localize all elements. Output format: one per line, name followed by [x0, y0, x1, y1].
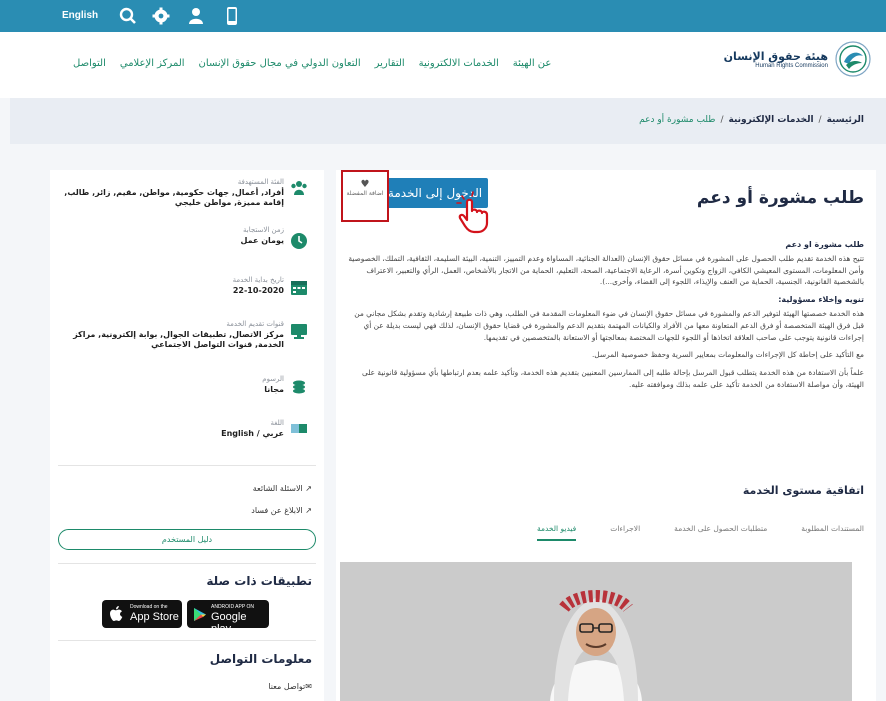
language-switch[interactable]: English [62, 10, 98, 21]
tab-service-video[interactable]: فيديو الخدمة [536, 524, 577, 541]
language-value: عربي / English [221, 429, 284, 438]
top-bar: English [0, 0, 886, 32]
breadcrumb-separator: / [720, 115, 724, 125]
response-time-value: يومان عمل [240, 236, 284, 245]
divider [58, 563, 316, 564]
add-favorite-button[interactable]: ♥ اضافة المفضلة [341, 170, 389, 222]
breadcrumb: الرئيسية / الخدمات الإلكترونية / طلب مشورة أ… [639, 115, 864, 125]
related-apps-heading: تطبيقات ذات صلة [206, 574, 312, 588]
section-heading: تنويه وإخلاء مسؤولية: [778, 295, 864, 305]
nav-about[interactable]: عن الهيئة [513, 58, 552, 69]
start-date-label: تاريخ بداية الخدمة [232, 276, 284, 284]
heart-icon: ♥ [360, 179, 370, 190]
sla-tabs: فيديو الخدمة الاجراءات متطلبات الحصول عل… [503, 524, 864, 541]
clock-icon [291, 233, 307, 249]
beneficiaries-value: أفراد, أعمال, جهات حكومية, مواطن, مقيم, … [64, 188, 284, 207]
users-group-icon [291, 181, 307, 195]
external-link-icon: ↗ [302, 484, 312, 493]
search-icon[interactable] [118, 6, 138, 26]
nav-media-center[interactable]: المركز الإعلامي [120, 58, 185, 69]
response-time-info: زمن الاستجابة يومان عمل [240, 226, 284, 246]
site-header: عن الهيئة الخدمات الالكترونية التقارير ا… [0, 32, 886, 98]
user-guide-button[interactable]: دليل المستخدم [58, 529, 316, 550]
beneficiaries-label: الفئة المستهدفة [237, 178, 284, 186]
breadcrumb-home[interactable]: الرئيسية [827, 115, 864, 125]
tab-documents[interactable]: المستندات المطلوبة [801, 524, 864, 541]
video-presenter-image [340, 562, 852, 701]
nav-reports[interactable]: التقارير [375, 58, 405, 69]
nav-eservices[interactable]: الخدمات الالكترونية [419, 58, 499, 69]
envelope-icon: ✉ [305, 682, 312, 691]
google-play-badge[interactable]: ANDROID APP ON Google play [187, 600, 269, 635]
apple-icon [110, 606, 123, 621]
gear-icon[interactable] [151, 6, 171, 26]
fees-info: الرسوم مجانا [262, 375, 284, 395]
main-nav: عن الهيئة الخدمات الالكترونية التقارير ا… [59, 58, 551, 69]
google-play-small-text: ANDROID APP ON [211, 604, 254, 610]
pointer-hand-icon [456, 191, 489, 234]
calendar-icon [291, 281, 307, 295]
divider [58, 640, 316, 641]
google-play-icon [194, 608, 206, 621]
sla-heading: اتفاقية مستوى الخدمة [742, 484, 864, 497]
service-description: طلب مشورة او دعم تتيح هذه الخدمة تقديم ط… [348, 238, 864, 397]
user-guide-label: دليل المستخدم [161, 535, 213, 544]
faq-label: الاسئلة الشائعة [252, 484, 303, 493]
start-date-value: 22-10-2020 [232, 286, 284, 295]
fees-label: الرسوم [262, 375, 284, 383]
site-logo[interactable]: هيئة حقوق الإنسان Human Rights Commissio… [724, 40, 872, 78]
coins-icon [293, 380, 305, 394]
tab-procedures[interactable]: الاجراءات [610, 524, 640, 541]
nav-contact[interactable]: التواصل [73, 58, 106, 69]
logo-english-text: Human Rights Commission [755, 62, 828, 69]
nav-intl-cooperation[interactable]: التعاون الدولي في مجال حقوق الإنسان [199, 58, 361, 69]
external-link-icon: ↗ [302, 506, 312, 515]
app-store-text: App Store [130, 611, 179, 623]
breadcrumb-separator: / [818, 115, 822, 125]
breadcrumb-bar: الرئيسية / الخدمات الإلكترونية / طلب مشورة أ… [10, 98, 886, 144]
contact-us-label: تواصل معنا [268, 682, 306, 691]
channels-label: قنوات تقديم الخدمة [226, 320, 284, 328]
report-corruption-link[interactable]: ↗ الابلاغ عن فساد [251, 506, 312, 515]
response-time-label: زمن الاستجابة [243, 226, 284, 234]
channels-info: قنوات تقديم الخدمة مركز الاتصال, تطبيقات… [58, 320, 284, 350]
contact-us-link[interactable]: ✉تواصل معنا [268, 682, 312, 691]
beneficiaries-info: الفئة المستهدفة أفراد, أعمال, جهات حكومي… [58, 178, 284, 208]
language-info: اللغة عربي / English [221, 419, 284, 439]
contact-info-heading: معلومات التواصل [209, 652, 312, 666]
disclaimer-text: هذه الخدمة خصصتها الهيئة لتوفير الدعم وا… [354, 308, 864, 342]
logo-arabic-text: هيئة حقوق الإنسان [723, 49, 828, 63]
channels-value: مركز الاتصال, تطبيقات الجوال, بوابة إلكت… [73, 330, 284, 349]
service-intro-text: تتيح هذه الخدمة تقديم طلب الحصول على الم… [348, 253, 864, 287]
faq-link[interactable]: ↗ الاسئلة الشائعة [253, 484, 312, 493]
language-label: اللغة [270, 419, 284, 427]
language-icon [291, 424, 307, 433]
page-title: طلب مشورة أو دعم [696, 188, 864, 208]
confidentiality-text: مع التأكيد على إحاطة كل الإجراءات والمعل… [591, 350, 864, 360]
fees-value: مجانا [264, 385, 284, 394]
section-heading: طلب مشورة او دعم [785, 240, 864, 249]
user-icon[interactable] [186, 6, 206, 26]
phone-icon[interactable] [222, 6, 242, 26]
commission-emblem-icon [835, 41, 871, 77]
monitor-icon [291, 324, 307, 339]
divider [58, 465, 316, 466]
app-store-small-text: Download on the [130, 604, 168, 610]
app-store-badge[interactable]: Download on the App Store [102, 600, 182, 628]
tab-requirements[interactable]: متطلبات الحصول على الخدمة [674, 524, 767, 541]
google-play-text: Google play [211, 611, 247, 635]
service-video[interactable] [340, 562, 852, 701]
report-corruption-label: الابلاغ عن فساد [251, 506, 303, 515]
favorite-label: اضافة المفضلة [346, 190, 384, 197]
service-info-sidebar: الفئة المستهدفة أفراد, أعمال, جهات حكومي… [50, 170, 324, 701]
breadcrumb-eservices[interactable]: الخدمات الإلكترونية [728, 115, 813, 125]
breadcrumb-current: طلب مشورة أو دعم [639, 115, 716, 125]
start-date-info: تاريخ بداية الخدمة 22-10-2020 [233, 276, 284, 296]
service-card: طلب مشورة أو دعم الدخول إلى الخدمة ♥ اضا… [336, 170, 876, 701]
consent-text: علماً بأن الاستفادة من هذه الخدمة يتطلب … [362, 368, 864, 389]
